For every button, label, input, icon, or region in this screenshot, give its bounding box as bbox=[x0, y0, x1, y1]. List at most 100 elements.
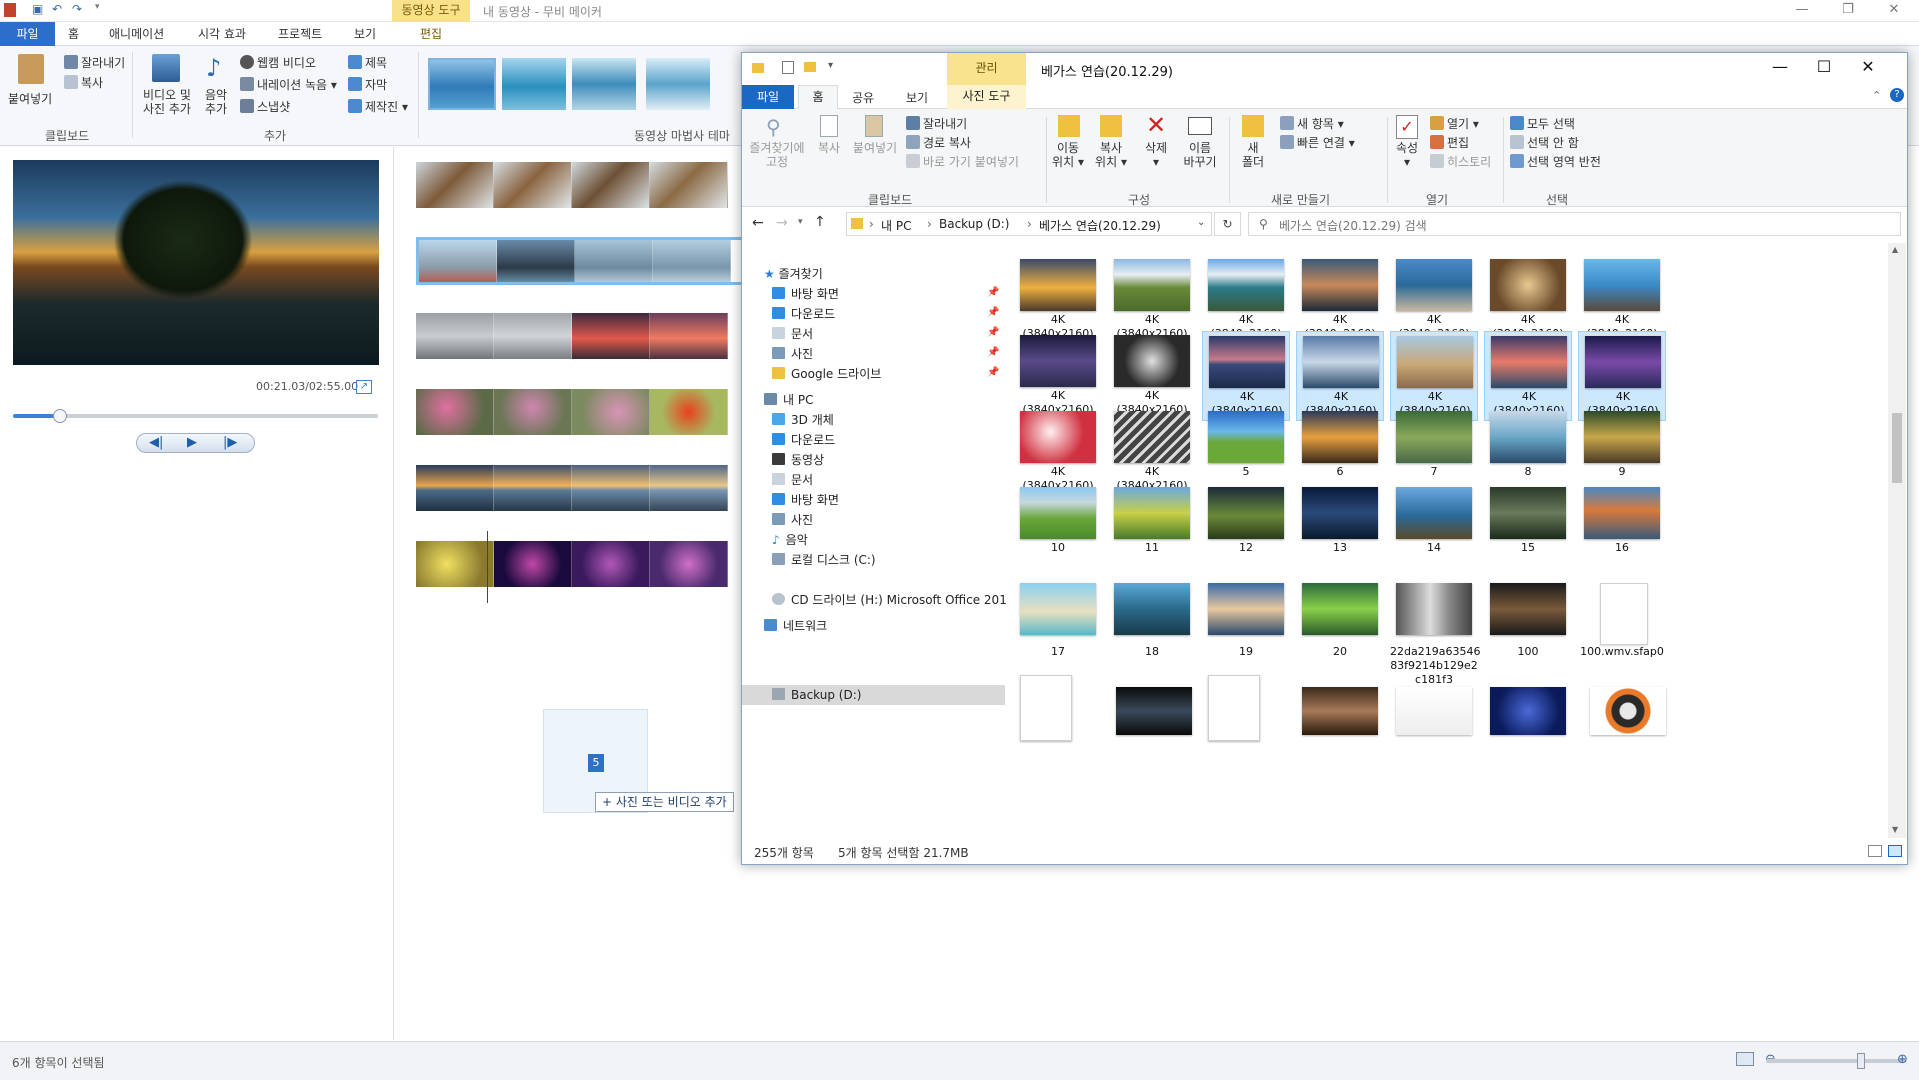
copy-button[interactable]: 복사 bbox=[64, 74, 103, 91]
select-all-button[interactable]: 모두 선택 bbox=[1510, 115, 1575, 132]
nav-desktop[interactable]: 바탕 화면 bbox=[772, 491, 839, 508]
forward-icon[interactable]: → bbox=[776, 215, 788, 231]
nav-backup-d-selected[interactable]: Backup (D:) bbox=[742, 685, 1005, 705]
history-button[interactable]: 히스토리 bbox=[1430, 153, 1491, 170]
webcam-video-button[interactable]: 웹캠 비디오 bbox=[240, 54, 316, 71]
close-button[interactable]: ✕ bbox=[1848, 57, 1888, 76]
nav-local-disk-c[interactable]: 로컬 디스크 (C:) bbox=[772, 551, 876, 568]
theme-thumb[interactable] bbox=[572, 58, 636, 110]
copy-path-button[interactable]: 경로 복사 bbox=[906, 134, 971, 151]
redo-icon[interactable]: ↷ bbox=[72, 2, 82, 16]
tab-view[interactable]: 보기 bbox=[906, 89, 928, 106]
file-item[interactable]: 22da219a63546 83f9214b129e2 c181f3 bbox=[1390, 579, 1480, 686]
title-button[interactable]: 제목 bbox=[348, 54, 387, 71]
breadcrumb-drive[interactable]: Backup (D:) bbox=[939, 217, 1009, 231]
clip-strip[interactable] bbox=[416, 541, 746, 587]
nav-this-pc[interactable]: 내 PC bbox=[764, 391, 813, 408]
theme-thumb[interactable] bbox=[428, 58, 496, 110]
file-item[interactable]: 15 bbox=[1484, 483, 1572, 573]
help-icon[interactable]: ? bbox=[1890, 88, 1904, 102]
vertical-scrollbar[interactable]: ▲ ▼ bbox=[1888, 243, 1906, 838]
clip-strip[interactable] bbox=[416, 162, 746, 208]
tab-project[interactable]: 프로젝트 bbox=[278, 25, 322, 42]
recent-dropdown-icon[interactable]: ▾ bbox=[798, 217, 803, 227]
maximize-button[interactable]: ☐ bbox=[1804, 57, 1844, 76]
details-view-icon[interactable] bbox=[1868, 845, 1882, 857]
nav-music[interactable]: ♪ 음악 bbox=[772, 531, 808, 548]
theme-thumb[interactable] bbox=[502, 58, 566, 110]
nav-network[interactable]: 네트워크 bbox=[764, 617, 827, 634]
undo-icon[interactable]: ↶ bbox=[52, 2, 62, 16]
address-bar[interactable]: › 내 PC › Backup (D:) › 베가스 연습(20.12.29) … bbox=[846, 212, 1212, 236]
copy-button[interactable]: 복사 bbox=[812, 141, 846, 155]
select-none-button[interactable]: 선택 안 함 bbox=[1510, 134, 1579, 151]
qat-dropdown-icon[interactable]: ▾ bbox=[95, 2, 100, 12]
next-frame-icon[interactable]: |▶ bbox=[223, 435, 237, 450]
add-music-button[interactable]: 음악 추가 bbox=[198, 88, 234, 116]
nav-quick-access[interactable]: ★ 즐겨찾기 bbox=[764, 265, 823, 282]
file-item[interactable]: 10 bbox=[1014, 483, 1102, 573]
playhead[interactable] bbox=[487, 531, 488, 603]
file-item[interactable]: 11 bbox=[1108, 483, 1196, 573]
scroll-thumb[interactable] bbox=[1892, 413, 1902, 483]
pin-icon[interactable]: 📌 bbox=[987, 287, 999, 298]
zoom-in-icon[interactable]: ⊕ bbox=[1897, 1052, 1908, 1067]
file-item[interactable]: 13 bbox=[1296, 483, 1384, 573]
new-folder-button[interactable]: 새 폴더 bbox=[1238, 141, 1268, 169]
minimize-button[interactable]: — bbox=[1760, 57, 1800, 76]
credits-button[interactable]: 제작진 ▾ bbox=[348, 98, 408, 115]
paste-button[interactable]: 붙여넣기 bbox=[8, 90, 52, 107]
nav-qa-pictures[interactable]: 사진 bbox=[772, 345, 813, 362]
seek-thumb[interactable] bbox=[53, 409, 68, 423]
nav-qa-desktop[interactable]: 바탕 화면 bbox=[772, 285, 839, 302]
add-video-photo-button[interactable]: 비디오 및 사진 추가 bbox=[136, 88, 198, 116]
file-thumbnail[interactable] bbox=[1590, 687, 1666, 735]
invert-selection-button[interactable]: 선택 영역 반전 bbox=[1510, 153, 1601, 170]
minimize-button[interactable]: — bbox=[1787, 2, 1817, 17]
tab-animation[interactable]: 애니메이션 bbox=[109, 25, 164, 42]
maximize-button[interactable]: ❐ bbox=[1833, 2, 1863, 17]
nav-documents[interactable]: 문서 bbox=[772, 471, 813, 488]
tab-file[interactable]: 파일 bbox=[742, 85, 794, 109]
new-folder-qat-icon[interactable] bbox=[804, 62, 816, 72]
zoom-thumb[interactable] bbox=[1857, 1053, 1866, 1069]
paste-button[interactable]: 붙여넣기 bbox=[852, 141, 898, 155]
pin-icon[interactable]: 📌 bbox=[987, 347, 999, 358]
pin-icon[interactable]: 📌 bbox=[987, 327, 999, 338]
file-item[interactable]: 20 bbox=[1296, 579, 1384, 675]
caption-button[interactable]: 자막 bbox=[348, 76, 387, 93]
clip-strip[interactable] bbox=[416, 465, 746, 511]
scroll-down-icon[interactable]: ▼ bbox=[1892, 825, 1898, 834]
paste-shortcut-button[interactable]: 바로 가기 붙여넣기 bbox=[906, 153, 1019, 170]
tab-view[interactable]: 보기 bbox=[354, 25, 376, 42]
search-box[interactable]: ⚲ 베가스 연습(20.12.29) 검색 bbox=[1248, 212, 1901, 236]
clip-strip[interactable] bbox=[416, 389, 746, 435]
file-item[interactable]: 18 bbox=[1108, 579, 1196, 675]
cut-button[interactable]: 잘라내기 bbox=[64, 54, 125, 71]
delete-button[interactable]: 삭제 ▾ bbox=[1138, 141, 1174, 169]
file-item[interactable]: 16 bbox=[1578, 483, 1666, 573]
record-narration-button[interactable]: 내레이션 녹음 ▾ bbox=[240, 76, 337, 93]
previous-frame-icon[interactable]: ◀| bbox=[149, 435, 163, 450]
save-icon[interactable]: ▣ bbox=[32, 2, 43, 16]
nav-videos[interactable]: 동영상 bbox=[772, 451, 824, 468]
clip-strip-selected[interactable] bbox=[416, 237, 746, 285]
file-icon[interactable] bbox=[1208, 675, 1260, 741]
scroll-up-icon[interactable]: ▲ bbox=[1892, 245, 1898, 254]
collapse-ribbon-icon[interactable]: ⌃ bbox=[1872, 89, 1881, 102]
nav-qa-google-drive[interactable]: Google 드라이브 bbox=[772, 365, 881, 382]
nav-pictures[interactable]: 사진 bbox=[772, 511, 813, 528]
play-icon[interactable]: ▶ bbox=[187, 435, 197, 450]
new-item-button[interactable]: 새 항목 ▾ bbox=[1280, 115, 1344, 132]
file-item[interactable]: 17 bbox=[1014, 579, 1102, 675]
refresh-button[interactable]: ↻ bbox=[1214, 212, 1241, 236]
pin-quick-access-button[interactable]: 즐겨찾기에 고정 bbox=[746, 141, 808, 169]
nav-qa-downloads[interactable]: 다운로드 bbox=[772, 305, 835, 322]
file-icon[interactable] bbox=[1020, 675, 1072, 741]
address-dropdown-icon[interactable]: ⌄ bbox=[1197, 217, 1205, 228]
rename-button[interactable]: 이름 바꾸기 bbox=[1178, 141, 1222, 169]
back-icon[interactable]: ← bbox=[752, 215, 764, 231]
copy-to-button[interactable]: 복사 위치 ▾ bbox=[1090, 141, 1132, 169]
up-icon[interactable]: ↑ bbox=[814, 214, 826, 230]
nav-3d-objects[interactable]: 3D 개체 bbox=[772, 411, 834, 428]
